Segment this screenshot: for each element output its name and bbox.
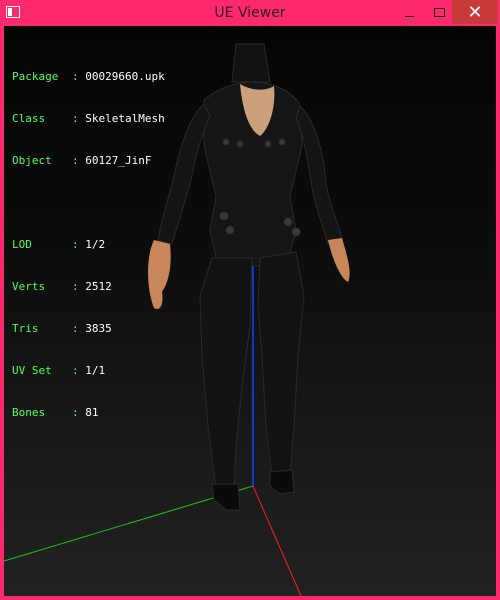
info-tris-row: Tris: 3835 [12,322,112,335]
character-model [148,43,350,511]
info-object-row: Object: 60127_JinF [12,154,152,167]
info-bones-label: Bones [12,406,46,419]
info-tris-label: Tris [12,322,39,335]
info-package-value: 00029660.upk [85,70,165,83]
minimize-icon[interactable] [394,0,424,24]
info-verts-row: Verts: 2512 [12,280,112,293]
info-object-label: Object [12,154,52,167]
3d-viewport[interactable]: Package: 00029660.upk Class: SkeletalMes… [4,26,496,596]
app-window: UE Viewer ✕ Package: 00029660.upk Class… [0,0,500,600]
axis-x-line [252,485,302,596]
title-bar[interactable]: UE Viewer ✕ [0,0,500,26]
info-lod-label: LOD [12,238,32,251]
info-class-label: Class [12,112,46,125]
info-package-label: Package [12,70,59,83]
info-uvset-row: UV Set: 1/1 [12,364,106,377]
info-uvset-label: UV Set [12,364,52,377]
info-lod-row: LOD: 1/2 [12,238,106,251]
info-lod-value: 1/2 [85,238,106,251]
info-package-row: Package: 00029660.upk [12,70,165,83]
info-object-value: 60127_JinF [85,154,152,167]
info-verts-value: 2512 [85,280,112,293]
info-spacer [12,196,165,210]
info-verts-label: Verts [12,280,46,293]
mesh-info-panel: Package: 00029660.upk Class: SkeletalMes… [12,42,165,448]
info-bones-row: Bones: 81 [12,406,99,419]
info-tris-value: 3835 [85,322,112,335]
info-class-row: Class: SkeletalMesh [12,112,165,125]
close-icon[interactable]: ✕ [452,0,498,24]
maximize-icon[interactable] [424,0,454,24]
info-class-value: SkeletalMesh [85,112,165,125]
info-uvset-value: 1/1 [85,364,106,377]
info-bones-value: 81 [85,406,99,419]
